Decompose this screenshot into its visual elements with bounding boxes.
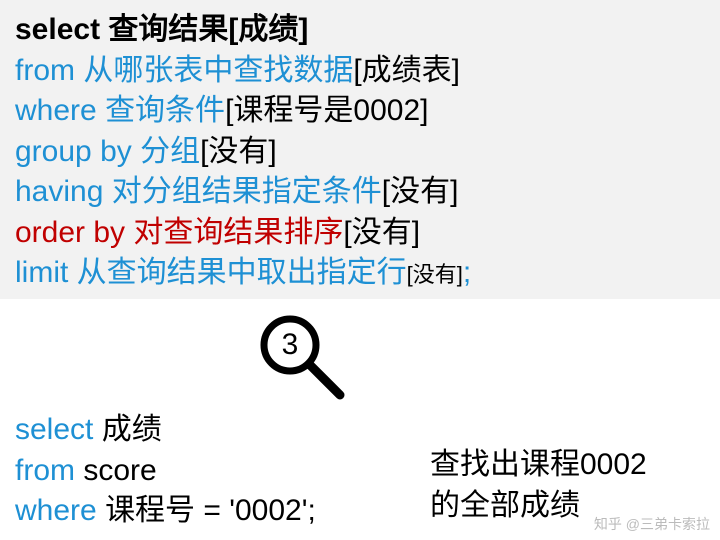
sql-template-block: select 查询结果[成绩] from 从哪张表中查找数据[成绩表] wher…: [0, 0, 720, 299]
q-kw-where: where: [15, 494, 97, 527]
template-line-having: having 对分组结果指定条件[没有]: [15, 172, 705, 213]
q-rest-from: score: [83, 454, 156, 487]
kw-having: having: [15, 175, 103, 208]
query-line-select: select 成绩: [15, 410, 316, 451]
desc-limit: 从查询结果中取出指定行: [77, 256, 407, 289]
template-line-where: where 查询条件[课程号是0002]: [15, 91, 705, 132]
template-line-select: select 查询结果[成绩]: [15, 10, 705, 51]
q-rest-select: 成绩: [102, 413, 162, 446]
kw-where: where: [15, 94, 97, 127]
note-line-1: 查找出课程0002: [430, 445, 647, 486]
template-line-limit: limit 从查询结果中取出指定行[没有];: [15, 253, 705, 294]
val-where: [课程号是0002]: [225, 94, 428, 127]
magnifier-icon: 3: [260, 315, 350, 405]
query-line-where: where 课程号 = '0002';: [15, 491, 316, 532]
q-rest-where: 课程号 = '0002';: [105, 494, 316, 527]
desc-orderby: 对查询结果排序: [133, 216, 343, 249]
desc-groupby: 分组: [140, 135, 200, 168]
template-line-from: from 从哪张表中查找数据[成绩表]: [15, 51, 705, 92]
q-kw-select: select: [15, 413, 93, 446]
sql-query-block: select 成绩 from score where 课程号 = '0002';: [15, 410, 316, 532]
desc-from: 从哪张表中查找数据: [83, 54, 353, 87]
desc-select: 查询结果: [108, 13, 228, 46]
val-orderby: [没有]: [343, 216, 420, 249]
tail-limit: ;: [463, 256, 471, 289]
val-limit: [没有]: [407, 262, 463, 287]
kw-from: from: [15, 54, 75, 87]
val-select: [成绩]: [228, 13, 308, 46]
val-from: [成绩表]: [353, 54, 460, 87]
kw-groupby: group by: [15, 135, 132, 168]
kw-select: select: [15, 13, 100, 46]
desc-having: 对分组结果指定条件: [112, 175, 382, 208]
desc-where: 查询条件: [105, 94, 225, 127]
watermark-text: 知乎 @三弟卡索拉: [594, 514, 710, 534]
query-line-from: from score: [15, 451, 316, 492]
val-having: [没有]: [382, 175, 459, 208]
q-kw-from: from: [15, 454, 75, 487]
val-groupby: [没有]: [200, 135, 277, 168]
kw-orderby: order by: [15, 216, 125, 249]
template-line-orderby: order by 对查询结果排序[没有]: [15, 213, 705, 254]
template-line-groupby: group by 分组[没有]: [15, 132, 705, 173]
kw-limit: limit: [15, 256, 68, 289]
step-number: 3: [260, 315, 320, 375]
